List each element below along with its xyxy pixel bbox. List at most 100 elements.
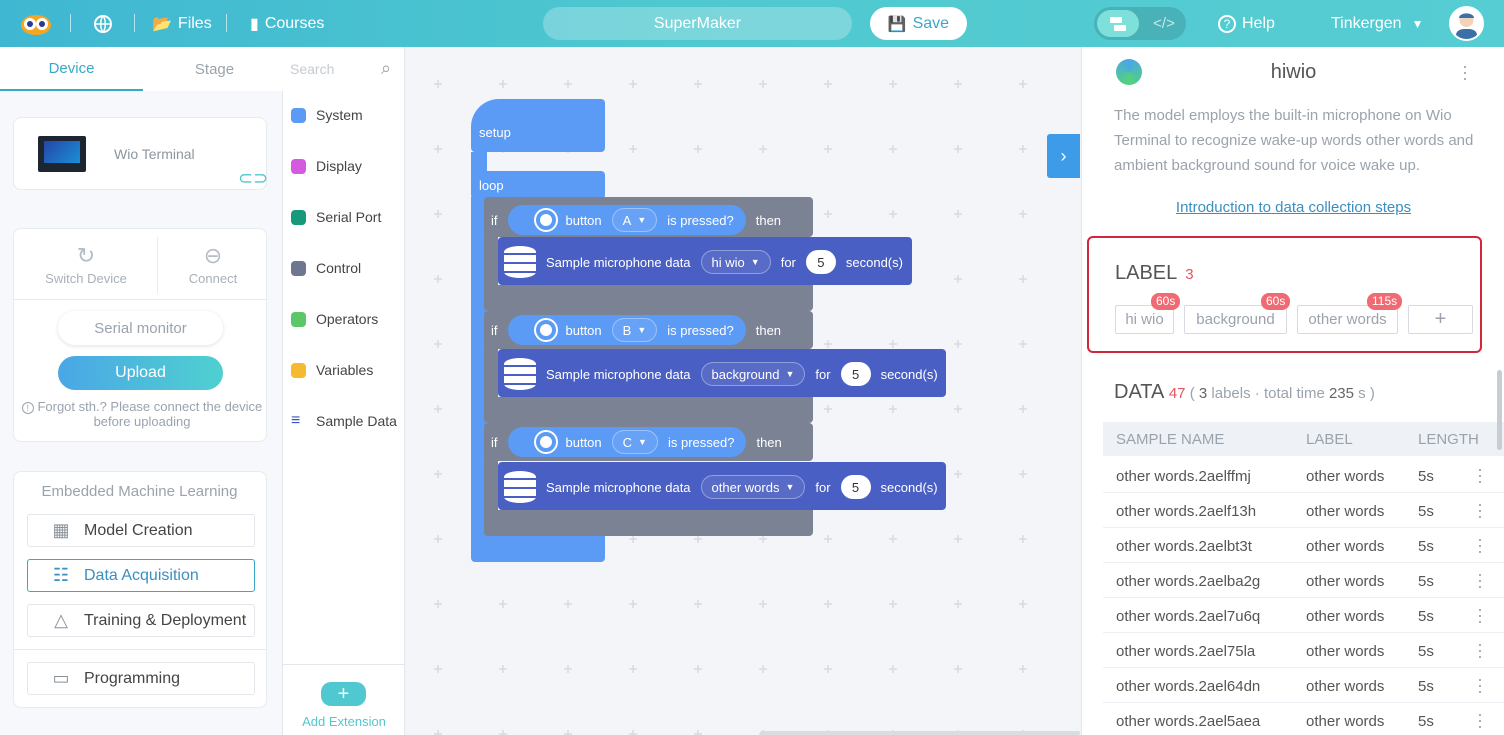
category-display[interactable]: Display (291, 154, 362, 178)
seconds-input[interactable]: 5 (840, 362, 871, 386)
sample-microphone-block[interactable]: Sample microphone data background ▼ for 5… (498, 349, 946, 397)
sample-length: 5s (1418, 608, 1434, 625)
loop-block[interactable]: loop (471, 171, 605, 199)
blocks-view-icon[interactable] (1097, 10, 1139, 37)
row-menu-icon[interactable]: · · · (1475, 670, 1485, 700)
loop-end (471, 535, 605, 562)
category-operators[interactable]: Operators (291, 307, 378, 331)
table-row[interactable]: other words.2ael64dn other words 5s · · · (1103, 668, 1504, 703)
data-title: DATA (1114, 381, 1164, 403)
category-control[interactable]: Control (291, 256, 361, 280)
horizontal-scrollbar[interactable] (760, 731, 1080, 735)
label-dropdown[interactable]: hi wio ▼ (700, 250, 771, 274)
category-color (291, 260, 306, 276)
tab-stage[interactable]: Stage (143, 47, 286, 91)
upload-hint-text: Forgot sth.? Please connect the device b… (37, 399, 263, 429)
save-button[interactable]: 💾 Save (870, 7, 967, 40)
more-options-icon[interactable]: · · · (1460, 57, 1470, 87)
block-categories: Search ⌕ System Display Serial Port Cont… (283, 47, 405, 735)
training-deployment-button[interactable]: △ Training & Deployment (27, 604, 255, 637)
button-circle-icon (535, 432, 556, 452)
button-pressed-block[interactable]: button C ▼ is pressed? (507, 427, 747, 457)
button-dropdown[interactable]: B ▼ (611, 318, 658, 342)
category-sample-data[interactable]: ≡ Sample Data (291, 409, 397, 433)
seconds-input[interactable]: 5 (840, 475, 871, 499)
view-toggle[interactable]: </> (1094, 7, 1186, 40)
button-dropdown[interactable]: C ▼ (611, 430, 658, 454)
row-menu-icon[interactable]: · · · (1475, 565, 1485, 595)
button-pressed-block[interactable]: button A ▼ is pressed? (507, 205, 746, 235)
device-name: Wio Terminal (114, 146, 195, 162)
code-view-icon[interactable]: </> (1144, 10, 1184, 37)
menu-label: Model Creation (84, 521, 193, 539)
table-row[interactable]: other words.2aelf13h other words 5s · · · (1103, 493, 1504, 528)
files-menu[interactable]: 📂 Files (152, 0, 212, 47)
serial-monitor-button[interactable]: Serial monitor (58, 311, 223, 345)
chevron-right-icon[interactable]: › (1047, 134, 1080, 178)
table-row[interactable]: other words.2ael7u6q other words 5s · · · (1103, 598, 1504, 633)
sample-length: 5s (1418, 468, 1434, 485)
row-menu-icon[interactable]: · · · (1475, 495, 1485, 525)
help-link[interactable]: ? Help (1218, 0, 1275, 47)
if-row-c: if button C ▼ is pressed? then (491, 427, 782, 457)
row-menu-icon[interactable]: · · · (1475, 600, 1485, 630)
add-extension-button[interactable]: + Add Extension (283, 664, 405, 735)
setup-block[interactable]: setup (471, 99, 605, 152)
vertical-scrollbar[interactable] (1497, 370, 1502, 450)
button-dropdown[interactable]: A ▼ (611, 208, 658, 232)
sample-microphone-block[interactable]: Sample microphone data hi wio ▼ for 5 sec… (498, 237, 912, 285)
table-row[interactable]: other words.2aelba2g other words 5s · · · (1103, 563, 1504, 598)
globe-icon[interactable] (94, 0, 112, 47)
menu-label: Training & Deployment (84, 611, 247, 629)
link-icon[interactable]: ⊂⊃ (238, 168, 268, 189)
avatar[interactable] (1449, 6, 1484, 41)
top-bar: 📂 Files ▮ Courses SuperMaker 💾 Save </> … (0, 0, 1504, 47)
table-row[interactable]: other words.2ael5aea other words 5s · · · (1103, 703, 1504, 735)
tab-device[interactable]: Device (0, 47, 143, 91)
intro-link[interactable]: Introduction to data collection steps (1082, 199, 1504, 216)
courses-menu[interactable]: ▮ Courses (250, 0, 324, 47)
model-creation-button[interactable]: ▦ Model Creation (27, 514, 255, 547)
add-label-button[interactable]: + (1408, 305, 1473, 334)
then-label: then (755, 212, 782, 228)
row-menu-icon[interactable]: · · · (1475, 460, 1485, 490)
database-icon (504, 358, 536, 390)
seconds-input[interactable]: 5 (805, 250, 836, 274)
row-menu-icon[interactable]: · · · (1475, 635, 1485, 665)
label-dropdown[interactable]: background ▼ (700, 362, 806, 386)
user-menu[interactable]: Tinkergen ▼ (1331, 0, 1423, 47)
grid-icon: ▦ (52, 520, 70, 540)
switch-device-button[interactable]: ↻ Switch Device (22, 243, 150, 286)
category-variables[interactable]: Variables (291, 358, 373, 382)
project-name-field[interactable]: SuperMaker (543, 7, 852, 40)
sample-label: other words (1306, 608, 1385, 625)
label-section: LABEL 3 hi wio 60s background 60s other w… (1087, 236, 1482, 353)
upload-button[interactable]: Upload (58, 356, 223, 390)
owl-logo-icon[interactable] (20, 0, 52, 47)
divider (13, 649, 267, 650)
row-menu-icon[interactable]: · · · (1475, 705, 1485, 735)
search-icon[interactable]: ⌕ (381, 58, 391, 79)
blocks-workspace[interactable]: setup loop if button A ▼ is pressed? then… (405, 47, 1081, 735)
sample-microphone-block[interactable]: Sample microphone data other words ▼ for … (498, 462, 946, 510)
button-label: button (565, 322, 602, 338)
category-system[interactable]: System (291, 103, 363, 127)
device-card[interactable]: Wio Terminal ⊂⊃ (13, 117, 268, 190)
category-serial-port[interactable]: Serial Port (291, 205, 381, 229)
sample-length: 5s (1418, 713, 1434, 730)
button-value: C (622, 434, 633, 450)
list-icon: ☷ (52, 565, 70, 585)
button-pressed-block[interactable]: button B ▼ is pressed? (507, 315, 746, 345)
connect-button[interactable]: ⊖ Connect (149, 243, 277, 286)
programming-button[interactable]: ▭ Programming (27, 662, 255, 695)
label-dropdown[interactable]: other words ▼ (700, 475, 806, 499)
table-row[interactable]: other words.2aelbt3t other words 5s · · · (1103, 528, 1504, 563)
data-acquisition-button[interactable]: ☷ Data Acquisition (27, 559, 255, 592)
database-icon: ≡ (291, 412, 301, 429)
eml-title: Embedded Machine Learning (41, 483, 238, 500)
data-label-count: 3 (1198, 385, 1208, 402)
then-label: then (755, 322, 782, 338)
row-menu-icon[interactable]: · · · (1475, 530, 1485, 560)
table-row[interactable]: other words.2ael75la other words 5s · · · (1103, 633, 1504, 668)
table-row[interactable]: other words.2aelffmj other words 5s · · · (1103, 458, 1504, 493)
